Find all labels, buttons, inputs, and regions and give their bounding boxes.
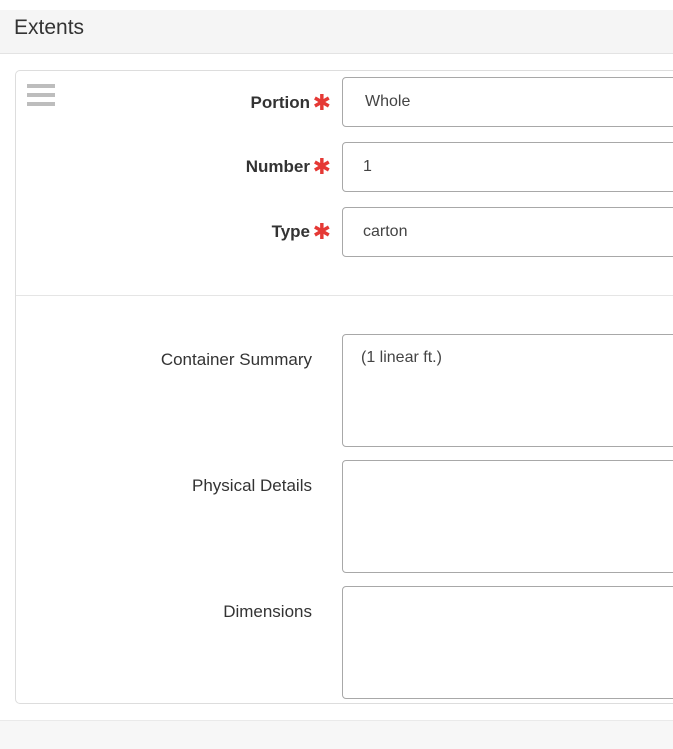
physical-details-label: Physical Details: [192, 476, 312, 495]
extent-panel: Portion ✱ Whole Number ✱ 1 Type ✱ carton…: [15, 70, 673, 704]
section-header: Extents: [0, 10, 673, 54]
container-summary-label-row: Container Summary: [16, 350, 334, 374]
type-label-row: Type ✱: [16, 219, 334, 246]
container-summary-label: Container Summary: [160, 350, 312, 369]
physical-details-textarea[interactable]: [342, 460, 673, 573]
section-title: Extents: [14, 16, 85, 39]
portion-label: Portion: [250, 93, 311, 112]
panel-footer: [0, 721, 673, 749]
required-asterisk-icon: ✱: [312, 219, 331, 244]
physical-details-label-row: Physical Details: [16, 476, 334, 500]
container-summary-textarea[interactable]: (1 linear ft.): [342, 334, 673, 447]
type-select[interactable]: carton: [342, 207, 673, 257]
number-input[interactable]: 1: [342, 142, 673, 192]
section-divider: [16, 295, 673, 296]
type-label: Type: [271, 222, 310, 241]
dimensions-label-row: Dimensions: [16, 602, 334, 626]
number-label: Number: [245, 157, 310, 176]
number-label-row: Number ✱: [16, 154, 334, 181]
portion-label-row: Portion ✱: [16, 90, 334, 117]
required-asterisk-icon: ✱: [312, 90, 331, 115]
dimensions-label: Dimensions: [223, 602, 312, 621]
required-asterisk-icon: ✱: [312, 154, 331, 179]
dimensions-textarea[interactable]: [342, 586, 673, 699]
portion-select[interactable]: Whole: [342, 77, 673, 127]
